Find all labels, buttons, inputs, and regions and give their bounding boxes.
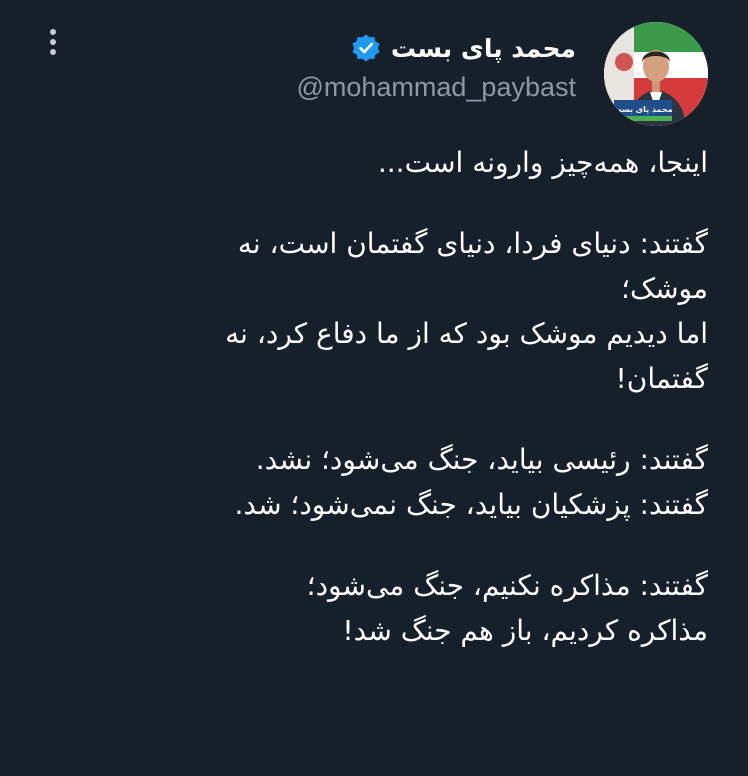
tweet-paragraph-1-line-1: گفتند: دنیای فردا، دنیای گفتمان است، نه xyxy=(237,227,708,260)
avatar[interactable]: محمد پای بست xyxy=(604,22,708,126)
tweet-paragraph-1-line-3: اما دیدیم موشک بود که از ما دفاع کرد، نه xyxy=(225,317,708,350)
author-name-row[interactable]: محمد پای بست xyxy=(351,26,576,70)
tweet-paragraph-3-line-2: مذاکره کردیم، باز هم جنگ شد! xyxy=(342,614,708,647)
tweet-paragraph-2-line-2: گفتند: پزشکیان بیاید، جنگ نمی‌شود؛ شد. xyxy=(234,488,708,521)
author-handle[interactable]: @mohammad_paybast xyxy=(296,72,576,103)
verified-badge-icon xyxy=(351,33,381,63)
avatar-caption: محمد پای بست xyxy=(613,105,672,114)
tweet-card: محمد پای بست @mohammad_paybast محمد پای … xyxy=(0,0,748,776)
tweet-intro-line: اینجا، همه‌چیز وارونه است... xyxy=(377,146,708,179)
tweet-paragraph-1-line-4: گفتمان! xyxy=(615,362,708,395)
author-display-name[interactable]: محمد پای بست xyxy=(391,34,576,63)
tweet-body: اینجا، همه‌چیز وارونه است... گفتند: دنیا… xyxy=(28,140,708,653)
tweet-paragraph-3-line-1: گفتند: مذاکره نکنیم، جنگ می‌شود؛ xyxy=(306,569,708,602)
tweet-paragraph-1-line-2: موشک؛ xyxy=(621,272,708,305)
more-options-button[interactable] xyxy=(38,28,68,60)
tweet-paragraph-2-line-1: گفتند: رئیسی بیاید، جنگ می‌شود؛ نشد. xyxy=(255,443,708,476)
more-vertical-icon xyxy=(49,28,57,60)
